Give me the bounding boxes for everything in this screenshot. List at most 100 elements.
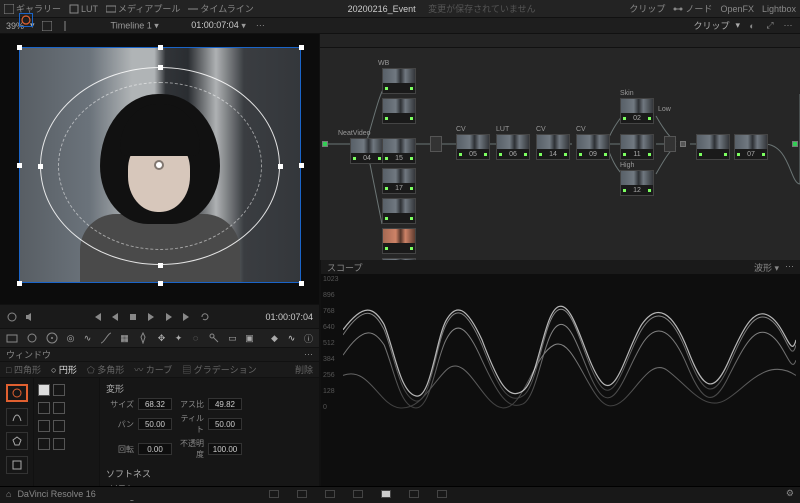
project-settings-icon[interactable]: ⚙: [786, 488, 794, 499]
node-17[interactable]: 17: [382, 168, 416, 194]
nodes-toggle[interactable]: ノード: [673, 2, 712, 15]
options-icon[interactable]: ⋯: [782, 20, 794, 32]
compound-node[interactable]: [680, 141, 686, 147]
tab-curve[interactable]: 〰 カーブ: [134, 363, 172, 376]
parallel-mixer[interactable]: [430, 136, 442, 152]
node-skin[interactable]: 02: [620, 98, 654, 124]
wheels-icon[interactable]: [46, 331, 58, 345]
bypass-icon[interactable]: [6, 311, 18, 323]
clips-toggle[interactable]: クリップ: [629, 2, 665, 15]
tab-polygon[interactable]: ⬠ 多角形: [87, 363, 124, 376]
curves-icon[interactable]: [100, 331, 112, 345]
node-lut[interactable]: 06: [496, 134, 530, 160]
node[interactable]: [382, 228, 416, 254]
chevron-down-icon[interactable]: ▾: [30, 20, 35, 31]
node[interactable]: [696, 134, 730, 160]
node-cv1[interactable]: 05: [456, 134, 490, 160]
bbox-handle[interactable]: [17, 45, 22, 50]
warper-icon[interactable]: ▦: [120, 331, 129, 345]
timecode-a[interactable]: 01:00:07:04: [191, 20, 239, 30]
shape-circle[interactable]: [6, 384, 28, 402]
bbox-handle[interactable]: [299, 281, 304, 286]
viewer[interactable]: [0, 34, 319, 304]
play-button[interactable]: [145, 311, 157, 323]
rotate-field[interactable]: 0.00: [138, 443, 172, 455]
last-frame-button[interactable]: [181, 311, 193, 323]
lut-toggle[interactable]: LUT: [69, 4, 98, 14]
qualifier-icon[interactable]: [137, 331, 149, 345]
split-icon[interactable]: [59, 20, 71, 32]
node[interactable]: [382, 98, 416, 124]
shape-gradient[interactable]: [6, 456, 28, 474]
tab-gradient[interactable]: ▤ グラデーション: [182, 363, 256, 376]
bbox-handle[interactable]: [299, 45, 304, 50]
hdr-icon[interactable]: ◎: [66, 331, 75, 345]
graph-input[interactable]: [322, 141, 328, 147]
bbox-handle[interactable]: [158, 281, 163, 286]
info-icon[interactable]: ⓘ: [304, 331, 313, 345]
node-cv2[interactable]: 14: [536, 134, 570, 160]
opacity-field[interactable]: 100.00: [208, 443, 242, 455]
node-15[interactable]: 15: [382, 138, 416, 164]
scope-mode[interactable]: 波形 ▾: [754, 261, 779, 274]
node[interactable]: [382, 198, 416, 224]
page-media[interactable]: [269, 490, 279, 498]
ellipse-handle[interactable]: [278, 164, 283, 169]
mediapool-toggle[interactable]: メディアプール: [106, 2, 180, 15]
expand-icon[interactable]: ⤢: [764, 20, 776, 32]
mask-toggle[interactable]: [38, 402, 50, 414]
mask-toggle[interactable]: [38, 384, 50, 396]
render-cache-icon[interactable]: ⋯: [254, 20, 266, 32]
clip-mode[interactable]: クリップ: [693, 19, 729, 32]
options-icon[interactable]: ⋯: [785, 261, 794, 274]
ellipse-handle[interactable]: [158, 65, 163, 70]
shape-polygon[interactable]: [6, 432, 28, 450]
page-edit[interactable]: [325, 490, 335, 498]
node-neatvideo[interactable]: 04: [350, 138, 384, 164]
node-12[interactable]: 12: [620, 170, 654, 196]
node-wb[interactable]: [382, 68, 416, 94]
mask-toggle[interactable]: [38, 420, 50, 432]
options-icon[interactable]: ⋯: [304, 349, 313, 360]
bbox-handle[interactable]: [158, 45, 163, 50]
delete-window-button[interactable]: 削除: [295, 363, 313, 376]
size-field[interactable]: 68.32: [138, 398, 172, 410]
page-fairlight[interactable]: [409, 490, 419, 498]
window-center-point[interactable]: [156, 162, 162, 168]
pan-field[interactable]: 50.00: [138, 418, 172, 430]
tab-rect[interactable]: □ 四角形: [6, 363, 41, 376]
home-icon[interactable]: ⌂: [6, 489, 11, 499]
node-cv3[interactable]: 09: [576, 134, 610, 160]
timeline-name[interactable]: Timeline 1: [111, 20, 152, 30]
node-graph[interactable]: WB NeatVideo 04 15 17 18 CV 05 LUT 06 CV…: [320, 34, 800, 260]
invert-toggle[interactable]: [53, 384, 65, 396]
first-frame-button[interactable]: [91, 311, 103, 323]
tab-circle[interactable]: ○ 円形: [51, 363, 77, 376]
tracking-icon[interactable]: ✥: [157, 331, 166, 345]
sizing-icon[interactable]: ▭: [228, 331, 237, 345]
lightbox-toggle[interactable]: Lightbox: [762, 4, 796, 14]
rgb-mixer-icon[interactable]: ∿: [83, 331, 92, 345]
ellipse-handle[interactable]: [38, 164, 43, 169]
loop-button[interactable]: [199, 311, 211, 323]
color-match-icon[interactable]: [26, 331, 38, 345]
layer-mixer[interactable]: [664, 136, 676, 152]
blur-icon[interactable]: ◌: [191, 331, 200, 345]
bbox-handle[interactable]: [17, 163, 22, 168]
tilt-field[interactable]: 50.00: [208, 418, 242, 430]
key-icon[interactable]: [208, 331, 220, 345]
image-wipe-icon[interactable]: [41, 20, 53, 32]
shape-curve[interactable]: [6, 408, 28, 426]
highlight-icon[interactable]: ◐: [746, 20, 758, 32]
camera-raw-icon[interactable]: [6, 331, 18, 345]
invert-toggle[interactable]: [53, 420, 65, 432]
graph-output[interactable]: [792, 141, 798, 147]
3d-icon[interactable]: ▣: [245, 331, 254, 345]
invert-toggle[interactable]: [53, 402, 65, 414]
node-high[interactable]: 11: [620, 134, 654, 160]
page-cut[interactable]: [297, 490, 307, 498]
transport-timecode[interactable]: 01:00:07:04: [265, 312, 313, 322]
aspect-field[interactable]: 49.82: [208, 398, 242, 410]
next-button[interactable]: [163, 311, 175, 323]
keyframes-icon[interactable]: ◆: [270, 331, 279, 345]
